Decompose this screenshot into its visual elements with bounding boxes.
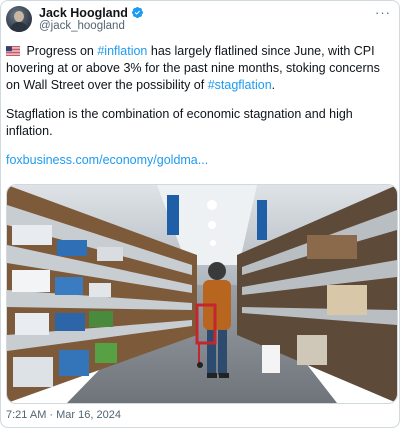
tweet-text: Progress on #inflation has largely flatl… xyxy=(6,43,392,181)
verified-badge-icon xyxy=(131,6,143,19)
tweet-text-segment: . xyxy=(271,78,276,92)
hashtag-inflation-link[interactable]: #inflation xyxy=(97,44,147,58)
author-name-row[interactable]: Jack Hoogland xyxy=(39,5,144,20)
more-options-icon[interactable]: ··· xyxy=(375,5,391,20)
article-link[interactable]: foxbusiness.com/economy/goldma... xyxy=(6,153,208,167)
tweet-paragraph-2: Stagflation is the combination of econom… xyxy=(6,107,353,138)
tweet-paragraph-1: Progress on #inflation has largely flatl… xyxy=(6,43,392,94)
tweet-text-segment: Progress on xyxy=(23,44,98,58)
avatar[interactable] xyxy=(6,6,32,32)
tweet-card: Jack Hoogland @jack_hoogland ··· Progres… xyxy=(0,0,400,428)
tweet-media-image[interactable] xyxy=(6,184,398,404)
us-flag-icon xyxy=(6,46,20,56)
warehouse-aisle-photo xyxy=(7,185,397,403)
author-handle[interactable]: @jack_hoogland xyxy=(39,20,125,32)
tweet-timestamp[interactable]: 7:21 AM · Mar 16, 2024 xyxy=(6,409,121,421)
author-display-name[interactable]: Jack Hoogland xyxy=(39,6,128,20)
hashtag-stagflation-link[interactable]: #stagflation xyxy=(208,78,272,92)
